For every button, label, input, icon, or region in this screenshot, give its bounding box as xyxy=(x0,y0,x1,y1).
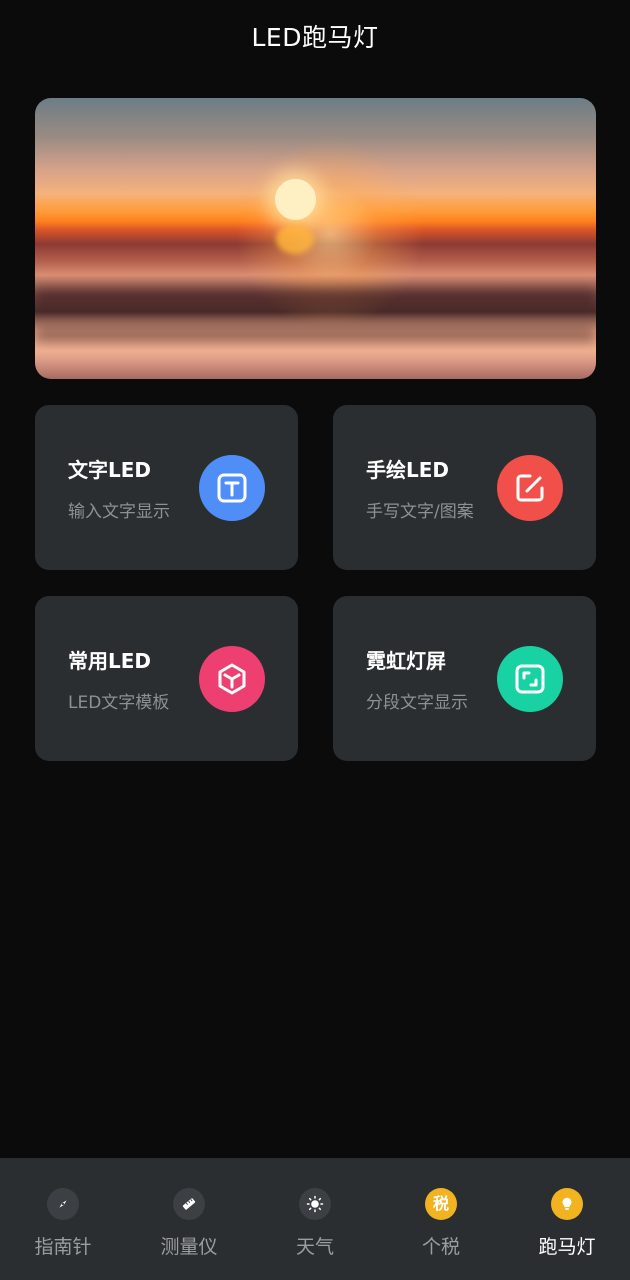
tab-label: 跑马灯 xyxy=(538,1236,596,1258)
app-screen: LED跑马灯 文字LED 输入文字显示 手绘LED 手写文字/图案 常用LED … xyxy=(0,0,630,1280)
card-subtitle: 分段文字显示 xyxy=(366,693,468,713)
tab-label: 个税 xyxy=(421,1236,460,1258)
compass-icon xyxy=(47,1188,79,1220)
card-text-led[interactable]: 文字LED 输入文字显示 xyxy=(35,405,298,570)
tab-label: 指南针 xyxy=(34,1236,92,1258)
bottom-tab-bar: 指南针 测量仪 天气 税 个税 跑马灯 xyxy=(0,1158,630,1280)
card-title: 霓虹灯屏 xyxy=(366,649,446,673)
tab-tax[interactable]: 税 个税 xyxy=(378,1158,504,1280)
tab-label: 测量仪 xyxy=(160,1236,218,1258)
card-handdraw-led[interactable]: 手绘LED 手写文字/图案 xyxy=(333,405,596,570)
card-title: 文字LED xyxy=(68,458,152,482)
tax-icon-text: 税 xyxy=(432,1194,449,1213)
wave-band xyxy=(35,288,596,310)
page-title: LED跑马灯 xyxy=(251,23,379,52)
sun-icon xyxy=(299,1188,331,1220)
ruler-icon xyxy=(173,1188,205,1220)
text-t-icon xyxy=(199,455,265,521)
sun-shape xyxy=(275,179,316,220)
edit-pen-icon xyxy=(497,455,563,521)
expand-icon xyxy=(497,646,563,712)
card-subtitle: 手写文字/图案 xyxy=(366,502,474,522)
bulb-icon xyxy=(551,1188,583,1220)
tab-compass[interactable]: 指南针 xyxy=(0,1158,126,1280)
cube-icon xyxy=(199,646,265,712)
tab-marquee[interactable]: 跑马灯 xyxy=(504,1158,630,1280)
sun-reflection xyxy=(276,224,314,254)
card-subtitle: 输入文字显示 xyxy=(68,502,170,522)
tab-weather[interactable]: 天气 xyxy=(252,1158,378,1280)
card-neon-screen[interactable]: 霓虹灯屏 分段文字显示 xyxy=(333,596,596,761)
tax-icon: 税 xyxy=(425,1188,457,1220)
card-subtitle: LED文字模板 xyxy=(68,693,170,713)
banner-image[interactable] xyxy=(35,98,596,379)
wave-band xyxy=(35,326,596,342)
card-title: 手绘LED xyxy=(366,458,450,482)
tab-label: 天气 xyxy=(295,1236,334,1258)
card-common-led[interactable]: 常用LED LED文字模板 xyxy=(35,596,298,761)
tab-ruler[interactable]: 测量仪 xyxy=(126,1158,252,1280)
card-title: 常用LED xyxy=(68,649,152,673)
